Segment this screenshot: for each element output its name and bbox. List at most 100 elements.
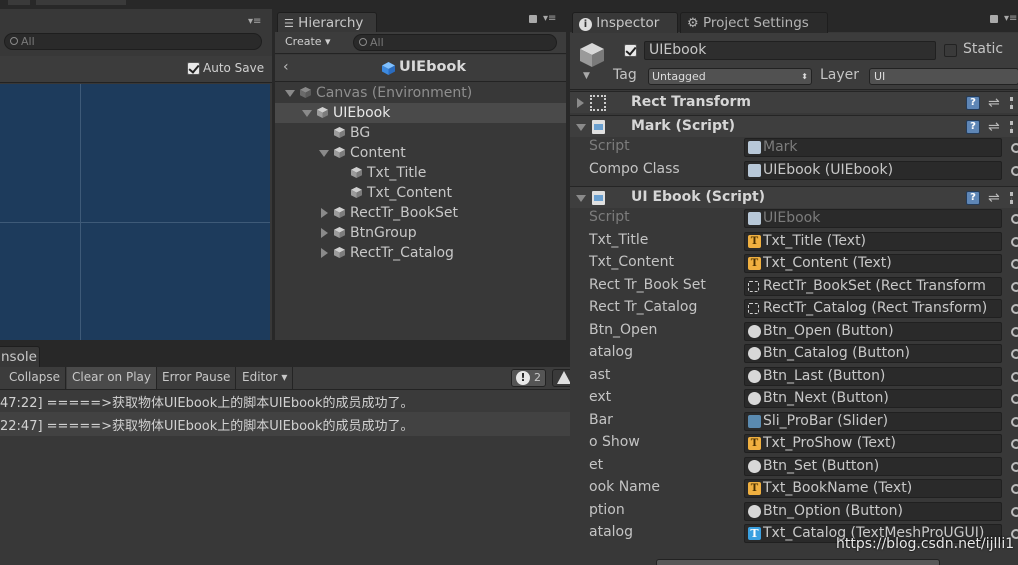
expand-arrow-icon[interactable] [576, 124, 586, 131]
object-reference-field[interactable]: UIEbook [744, 209, 1002, 228]
clear-on-play-button[interactable]: Clear on Play [67, 367, 157, 389]
expand-arrow-icon[interactable] [302, 110, 312, 117]
tab-project-settings[interactable]: ⚙ Project Settings [680, 12, 828, 33]
mark-script-header[interactable]: Mark (Script) ? ⇌ [570, 115, 1018, 137]
collapse-arrow-icon[interactable] [321, 208, 328, 218]
object-reference-field[interactable]: Btn_Catalog (Button) [744, 344, 1002, 363]
scene-search-input[interactable]: All [4, 33, 262, 50]
tab-console[interactable]: nsole [0, 346, 40, 367]
object-reference-field[interactable]: T Txt_Content (Text) [744, 254, 1002, 273]
gameobject-icon [334, 147, 345, 158]
log-row[interactable]: 47:22] =====>获取物体UIEbook上的脚本UIEbook的成员成功… [0, 390, 634, 412]
help-icon[interactable]: ? [966, 120, 980, 134]
tag-dropdown[interactable]: Untagged ⬍ [648, 68, 812, 85]
active-checkbox[interactable] [624, 44, 637, 57]
back-arrow-icon[interactable]: ‹ [283, 59, 289, 75]
collapse-arrow-icon[interactable] [321, 228, 328, 238]
object-reference-field[interactable]: Btn_Next (Button) [744, 389, 1002, 408]
more-options-icon[interactable] [1010, 192, 1013, 204]
create-dropdown[interactable]: Create ▾ [285, 35, 331, 48]
property-label: ption [589, 501, 625, 518]
object-reference-field[interactable]: RectTr_Catalog (Rect Transform) [744, 299, 1002, 318]
preset-icon[interactable]: ⇌ [988, 190, 1000, 206]
preset-icon[interactable]: ⇌ [988, 95, 1000, 111]
object-picker-icon[interactable] [1011, 371, 1018, 382]
property-row: Script UIEbook [570, 208, 1018, 230]
object-reference-field[interactable]: RectTr_BookSet (Rect Transform [744, 276, 1002, 296]
hierarchy-search-input[interactable]: All [353, 34, 557, 51]
object-reference-field[interactable]: Mark [744, 138, 1002, 157]
more-options-icon[interactable] [1010, 97, 1013, 109]
object-reference-field[interactable]: Btn_Option (Button) [744, 501, 1002, 521]
more-options-icon[interactable] [1010, 121, 1013, 133]
object-reference-field[interactable]: Btn_Last (Button) [744, 366, 1002, 386]
hierarchy-row[interactable]: BG [275, 123, 566, 143]
editor-dropdown[interactable]: Editor ▾ [237, 367, 294, 389]
tab-hierarchy[interactable]: ☰ Hierarchy [277, 12, 377, 33]
object-name-field[interactable]: UIEbook [644, 41, 936, 60]
gameobject-cube-icon [580, 43, 604, 67]
lock-icon[interactable] [529, 15, 537, 23]
object-reference-field[interactable]: UIEbook (UIEbook) [744, 160, 1002, 180]
inspector-menu-icon[interactable]: ▾≡ [1004, 13, 1017, 24]
object-picker-icon[interactable] [1011, 304, 1018, 314]
hierarchy-row[interactable]: BtnGroup [275, 223, 566, 243]
hierarchy-menu-icon[interactable]: ▾≡ [543, 13, 556, 24]
hierarchy-tree: Canvas (Environment) UIEbook BG Content Txt_… [275, 83, 566, 283]
btn-component-icon [748, 369, 761, 383]
expand-arrow-icon[interactable] [285, 90, 295, 97]
object-picker-icon[interactable] [1011, 439, 1018, 449]
add-component-button-edge[interactable] [656, 559, 940, 565]
object-reference-field[interactable]: T Txt_BookName (Text) [744, 479, 1002, 498]
hierarchy-row[interactable]: Canvas (Environment) [275, 83, 566, 103]
help-icon[interactable]: ? [966, 96, 980, 110]
log-row[interactable]: 22:47] =====>获取物体UIEbook上的脚本UIEbook的成员成功… [0, 412, 634, 436]
hierarchy-row[interactable]: Txt_Title [275, 163, 566, 183]
prefab-dropdown-icon[interactable]: ▼ [583, 71, 590, 81]
object-reference-field[interactable]: Btn_Open (Button) [744, 321, 1002, 341]
collapse-button[interactable]: Collapse [4, 367, 66, 389]
preset-icon[interactable]: ⇌ [988, 119, 1000, 135]
object-picker-icon[interactable] [1011, 326, 1018, 337]
object-picker-icon[interactable] [1011, 165, 1018, 176]
property-row: et Btn_Set (Button) [570, 456, 1018, 478]
object-picker-icon[interactable] [1011, 236, 1018, 247]
error-pause-button[interactable]: Error Pause [157, 367, 237, 389]
object-picker-icon[interactable] [1011, 416, 1018, 427]
scene-panel-menu-icon[interactable]: ▾≡ [248, 17, 266, 27]
auto-save-checkbox[interactable] [187, 62, 200, 75]
info-filter-toggle[interactable]: ! 2 [511, 369, 546, 387]
expand-arrow-icon[interactable] [576, 195, 586, 202]
hierarchy-row[interactable]: Content [275, 143, 566, 163]
object-picker-icon[interactable] [1011, 214, 1018, 224]
object-picker-icon[interactable] [1011, 394, 1018, 404]
lock-icon[interactable] [990, 15, 998, 23]
collapse-arrow-icon[interactable] [321, 248, 328, 258]
tab-inspector[interactable]: i Inspector [572, 12, 678, 33]
object-picker-icon[interactable] [1011, 143, 1018, 153]
help-icon[interactable]: ? [966, 191, 980, 205]
expand-arrow-icon[interactable] [319, 150, 329, 157]
static-checkbox[interactable] [944, 44, 957, 57]
scene-view[interactable] [0, 84, 270, 340]
object-reference-field[interactable]: T Txt_ProShow (Text) [744, 434, 1002, 453]
object-picker-icon[interactable] [1011, 349, 1018, 359]
object-reference-field[interactable]: Sli_ProBar (Slider) [744, 411, 1002, 431]
object-picker-icon[interactable] [1011, 281, 1018, 292]
hierarchy-row[interactable]: Txt_Content [275, 183, 566, 203]
hierarchy-row-label: Content [350, 145, 406, 161]
layer-dropdown[interactable]: UI [869, 68, 1018, 85]
hierarchy-row[interactable]: RectTr_Catalog [275, 243, 566, 263]
object-reference-field[interactable]: T Txt_Title (Text) [744, 231, 1002, 251]
hierarchy-row[interactable]: RectTr_BookSet [275, 203, 566, 223]
object-picker-icon[interactable] [1011, 506, 1018, 517]
hierarchy-row[interactable]: UIEbook [275, 103, 566, 123]
object-reference-field[interactable]: Btn_Set (Button) [744, 456, 1002, 476]
object-picker-icon[interactable] [1011, 484, 1018, 494]
collapse-arrow-icon[interactable] [577, 98, 584, 108]
object-picker-icon[interactable] [1011, 259, 1018, 269]
gameobject-icon [334, 207, 345, 218]
ui-ebook-script-header[interactable]: UI Ebook (Script) ? ⇌ [570, 186, 1018, 208]
object-picker-icon[interactable] [1011, 461, 1018, 472]
rect-transform-header[interactable]: Rect Transform ? ⇌ [570, 91, 1018, 113]
